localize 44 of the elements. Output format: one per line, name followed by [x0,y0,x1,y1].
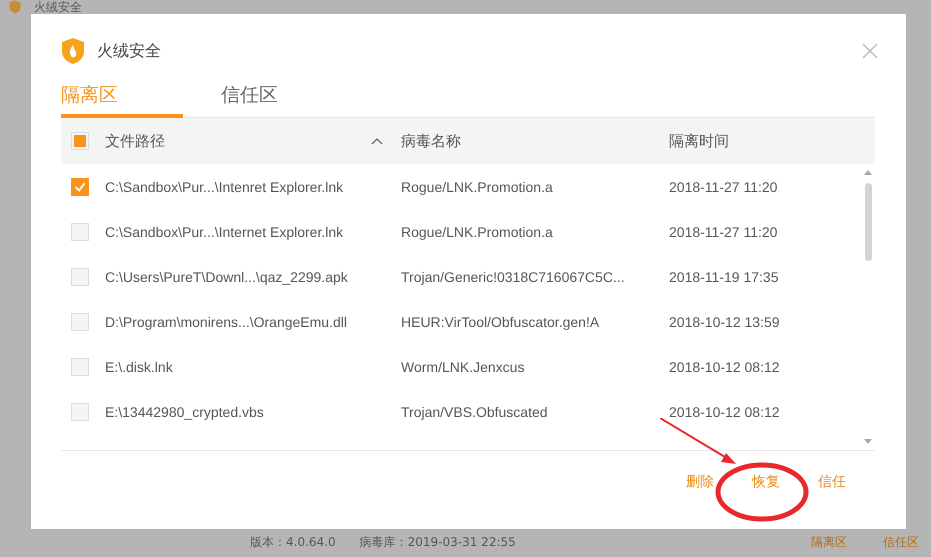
virus-name-cell-text: Trojan/VBS.Obfuscated [401,404,549,420]
row-checkbox[interactable] [71,268,89,286]
quarantine-time-cell: 2018-11-19 17:35 [669,268,778,284]
dialog-title: 火绒安全 [97,40,161,62]
column-header[interactable]: 隔离时间 [669,132,729,150]
quarantine-time-cell: 2018-10-12 13:59 [669,314,780,330]
virus-database-text: 病毒库：2019-03-31 22:55 [360,534,516,551]
shield-logo-icon [61,37,85,65]
action-button[interactable]: 信任 [818,471,846,493]
virus-name-cell-text: Worm/LNK.Jenxcus [401,358,526,374]
column-header[interactable]: 文件路径 [105,132,371,150]
quarantine-time-cell: 2018-11-27 11:20 [669,178,778,194]
version-text: 版本：4.0.64.0 [250,534,336,551]
app-title: 火绒安全 [34,0,82,16]
row-checkbox[interactable] [71,312,89,330]
scroll-up-icon[interactable] [864,170,872,175]
file-path-cell-text: C:\Sandbox\Pur...\Internet Explorer.lnk [105,224,344,240]
scroll-down-icon[interactable] [864,439,872,444]
tab[interactable]: 信任区 [221,76,343,118]
file-path-cell-text: C:\Sandbox\Pur...\Intenret Explorer.lnk [105,178,344,194]
close-icon[interactable] [862,43,878,59]
row-checkbox[interactable] [71,402,89,420]
action-button[interactable]: 恢复 [752,471,780,493]
file-path-cell-text: D:\Program\monirens...\OrangeEmu.dll [105,314,348,330]
quarantine-time-cell: 2018-11-27 11:20 [669,224,778,240]
virus-name-cell-text: Trojan/Generic!0318C716067C5C... [401,268,626,284]
virus-name-cell-text: Rogue/LNK.Promotion.a [401,178,554,194]
nav-link[interactable]: 隔离区 [811,534,847,551]
nav-link[interactable]: 信任区 [883,534,919,551]
file-path-cell-text: E:\.disk.lnk [105,358,174,374]
quarantine-time-cell: 2018-10-12 08:12 [669,358,780,374]
action-button[interactable]: 删除 [686,471,714,493]
row-checkbox[interactable] [71,178,89,196]
quarantine-time-cell: 2018-10-12 08:12 [669,404,780,420]
row-checkbox[interactable] [71,358,89,376]
sort-caret-icon[interactable] [371,137,383,145]
file-path-cell-text: C:\Users\PureT\Downl...\qaz_2299.apk [105,268,349,284]
row-checkbox[interactable] [71,222,89,240]
virus-name-cell-text: Rogue/LNK.Promotion.a [401,224,554,240]
select-all-checkbox[interactable] [71,132,89,150]
column-header[interactable]: 病毒名称 [401,132,669,150]
virus-name-cell-text: HEUR:VirTool/Obfuscator.gen!A [401,314,600,330]
scrollbar-thumb[interactable] [864,183,872,261]
file-path-cell-text: E:\13442980_crypted.vbs [105,404,265,420]
